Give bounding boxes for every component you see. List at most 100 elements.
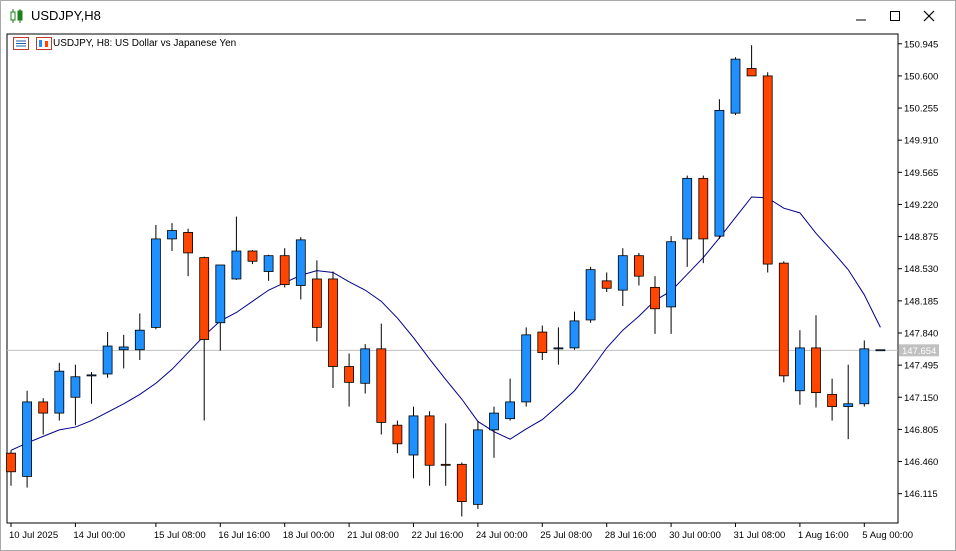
x-tick-label: 22 Jul 16:00 xyxy=(412,530,464,541)
y-tick-label: 148.530 xyxy=(904,264,938,275)
x-tick-label: 15 Jul 08:00 xyxy=(154,530,206,541)
y-tick-label: 149.910 xyxy=(904,136,938,147)
x-tick-label: 28 Jul 16:00 xyxy=(605,530,657,541)
candle xyxy=(279,248,290,288)
x-tick-label: 1 Aug 16:00 xyxy=(798,530,849,541)
candle xyxy=(167,223,177,252)
candle-body xyxy=(70,376,81,398)
candle xyxy=(183,228,194,277)
candle-body xyxy=(199,257,210,340)
candle xyxy=(424,411,435,486)
moving-average-line xyxy=(10,196,881,451)
chart-list-icon[interactable] xyxy=(13,37,29,50)
candle xyxy=(102,332,113,378)
candle xyxy=(746,45,757,77)
candle xyxy=(811,315,821,408)
close-button[interactable] xyxy=(912,1,946,31)
y-tick-label: 146.805 xyxy=(904,425,938,436)
candle xyxy=(859,340,870,407)
candle xyxy=(199,256,210,421)
candle xyxy=(215,264,226,351)
candle-body xyxy=(38,401,49,414)
title-bar[interactable]: USDJPY,H8 xyxy=(1,1,955,31)
candle-body xyxy=(54,370,65,414)
candle xyxy=(6,450,16,486)
candle xyxy=(762,72,773,273)
candle-body xyxy=(682,177,693,240)
chart-window: USDJPY,H8 150.945 150.600 150.255 149.910 14… xyxy=(0,0,956,551)
candle xyxy=(795,330,805,405)
candle-body xyxy=(537,331,548,353)
chart-type-icon[interactable] xyxy=(36,37,53,50)
maximize-icon xyxy=(890,11,900,21)
candle-body xyxy=(279,255,290,285)
candle xyxy=(553,327,564,365)
y-tick-label: 147.840 xyxy=(904,328,938,339)
candle xyxy=(134,313,145,360)
y-tick-label: 146.115 xyxy=(904,489,938,500)
candle-body xyxy=(650,286,660,310)
x-tick-label: 16 Jul 16:00 xyxy=(218,530,270,541)
window-title: USDJPY,H8 xyxy=(31,8,101,23)
candle-body xyxy=(344,366,355,383)
candle xyxy=(311,260,322,342)
candle-body xyxy=(247,250,258,262)
y-tick-label: 149.565 xyxy=(904,168,938,179)
candle xyxy=(150,224,161,330)
candle-body xyxy=(263,255,274,272)
y-tick-label: 150.255 xyxy=(904,104,938,115)
candle-body xyxy=(746,68,757,77)
candle-body xyxy=(328,278,338,367)
candle xyxy=(505,378,516,421)
price-chart[interactable]: 150.945 150.600 150.255 149.910 149.565 149.2… xyxy=(1,31,955,550)
candle-body xyxy=(585,269,596,321)
candle-body xyxy=(811,347,821,393)
candle-body xyxy=(778,262,789,377)
candle xyxy=(472,421,483,510)
candle-body xyxy=(666,241,676,308)
candle xyxy=(601,272,612,293)
candle xyxy=(585,266,596,323)
y-tick-label: 147.495 xyxy=(904,361,938,372)
x-tick-label: 5 Aug 00:00 xyxy=(862,530,913,541)
candle xyxy=(569,311,580,350)
candle-body xyxy=(472,429,483,505)
candle-body xyxy=(795,347,805,392)
candle xyxy=(843,364,854,440)
y-tick-label: 148.875 xyxy=(904,232,938,243)
candle xyxy=(86,372,97,404)
candle xyxy=(714,99,725,239)
candle xyxy=(295,237,306,300)
x-tick-label: 14 Jul 00:00 xyxy=(73,530,125,541)
candle-body xyxy=(102,345,113,375)
candle xyxy=(537,325,548,360)
candle xyxy=(38,398,49,435)
candle-body xyxy=(231,250,242,280)
candle-body xyxy=(295,239,306,286)
candle xyxy=(344,353,355,407)
minimize-button[interactable] xyxy=(844,1,878,31)
candle-body xyxy=(553,347,564,350)
candle-body xyxy=(134,329,145,351)
y-tick-label: 146.460 xyxy=(904,457,938,468)
candle-body xyxy=(392,424,403,445)
candle xyxy=(376,323,387,435)
x-tick-label: 30 Jul 00:00 xyxy=(669,530,721,541)
candle-body xyxy=(118,346,129,351)
x-tick-label: 25 Jul 08:00 xyxy=(540,530,592,541)
candle-body xyxy=(215,264,226,324)
candle xyxy=(22,390,33,488)
candle xyxy=(231,216,242,280)
candle xyxy=(408,406,419,479)
maximize-button[interactable] xyxy=(878,1,912,31)
candle-body xyxy=(22,401,33,477)
candle xyxy=(54,362,65,421)
close-icon xyxy=(923,10,935,22)
candle-body xyxy=(730,58,741,114)
x-tick-label: 18 Jul 00:00 xyxy=(283,530,335,541)
candle xyxy=(489,406,499,458)
x-tick-label: 10 Jul 2025 xyxy=(9,530,58,541)
candlestick-chart-icon xyxy=(10,9,23,23)
candle xyxy=(698,175,709,264)
candle-body xyxy=(714,109,725,237)
